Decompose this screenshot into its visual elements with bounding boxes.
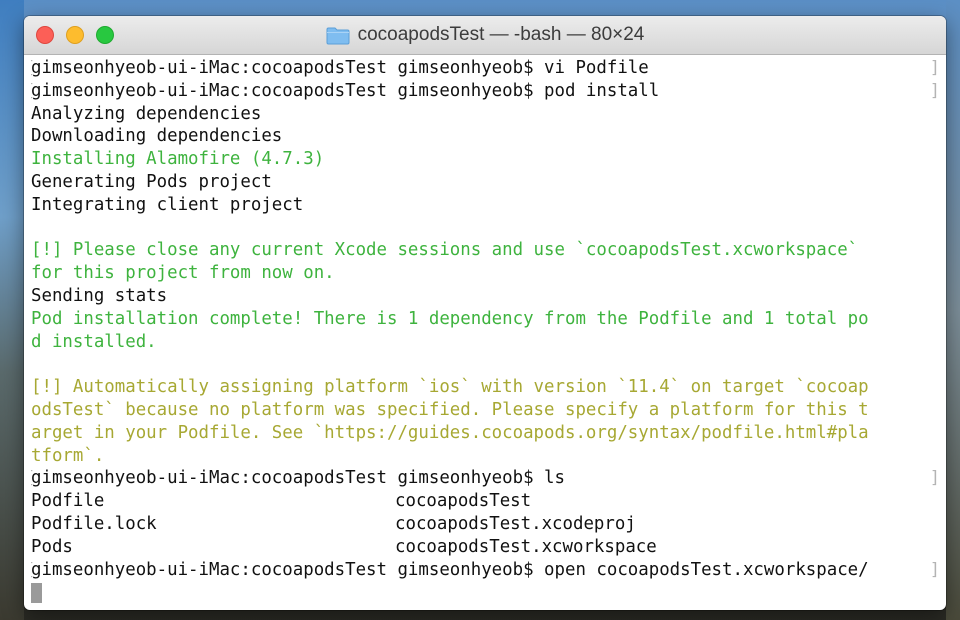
prompt-text: gimseonhyeob-ui-iMac:cocoapodsTest gimse… — [31, 80, 660, 101]
output-line: Pod installation complete! There is 1 de… — [31, 308, 869, 329]
prompt-line: [gimseonhyeob-ui-iMac:cocoapodsTest gims… — [31, 80, 940, 103]
title-bar[interactable]: cocoapodsTest — -bash — 80×24 — [24, 16, 946, 55]
mark-bracket-left: [ — [31, 467, 35, 490]
output-line: d installed. — [31, 331, 157, 352]
prompt-text: gimseonhyeob-ui-iMac:cocoapodsTest gimse… — [31, 58, 649, 78]
prompt-line: [gimseonhyeob-ui-iMac:cocoapodsTest gims… — [31, 559, 940, 582]
mark-bracket-left: [ — [31, 559, 35, 582]
output-line: odsTest` because no platform was specifi… — [31, 399, 869, 420]
cursor-line — [31, 581, 940, 604]
ls-output-row: Pods cocoapodsTest.xcworkspace — [31, 536, 940, 559]
window-title: cocoapodsTest — -bash — 80×24 — [357, 24, 645, 45]
window-title-area: cocoapodsTest — -bash — 80×24 — [24, 16, 946, 54]
output-line: tform`. — [31, 445, 105, 466]
output-line: Generating Pods project — [31, 171, 272, 192]
desktop-wallpaper-left — [0, 0, 24, 620]
mark-bracket-left: [ — [31, 80, 35, 103]
file-name: cocoapodsTest — [395, 491, 532, 512]
file-name: Pods — [31, 536, 73, 557]
mark-bracket-right: ] — [929, 58, 940, 78]
file-name: Podfile.lock — [31, 513, 157, 534]
file-name: cocoapodsTest.xcworkspace — [395, 536, 657, 557]
mark-bracket-right: ] — [929, 80, 940, 101]
ls-output-row: Podfile.lock cocoapodsTest.xcodeproj — [31, 513, 940, 536]
terminal-output[interactable]: [gimseonhyeob-ui-iMac:cocoapodsTest gims… — [24, 55, 946, 610]
output-line: Analyzing dependencies — [31, 103, 262, 124]
mark-bracket-right: ] — [929, 559, 940, 580]
output-line: Downloading dependencies — [31, 126, 283, 147]
mark-bracket-right: ] — [929, 468, 940, 489]
output-line: Sending stats — [31, 285, 168, 306]
output-line: Integrating client project — [31, 194, 304, 215]
mark-bracket-left: [ — [31, 57, 35, 80]
output-line: arget in your Podfile. See `https://guid… — [31, 422, 869, 443]
file-name: Podfile — [31, 491, 105, 512]
ls-output-row: Podfile cocoapodsTest — [31, 490, 940, 513]
output-line: Installing Alamofire (4.7.3) — [31, 149, 325, 170]
prompt-text: gimseonhyeob-ui-iMac:cocoapodsTest gimse… — [31, 559, 869, 580]
output-line: [!] Automatically assigning platform `io… — [31, 377, 869, 398]
desktop-wallpaper-right — [946, 0, 960, 620]
folder-icon — [326, 27, 350, 44]
output-line: [!] Please close any current Xcode sessi… — [31, 240, 859, 261]
text-cursor — [31, 582, 42, 603]
prompt-line: [gimseonhyeob-ui-iMac:cocoapodsTest gims… — [31, 467, 940, 490]
prompt-line: [gimseonhyeob-ui-iMac:cocoapodsTest gims… — [31, 57, 940, 80]
terminal-window: cocoapodsTest — -bash — 80×24 [gimseonhy… — [24, 16, 946, 610]
prompt-text: gimseonhyeob-ui-iMac:cocoapodsTest gimse… — [31, 468, 565, 489]
output-line: for this project from now on. — [31, 263, 335, 284]
file-name: cocoapodsTest.xcodeproj — [395, 513, 636, 534]
